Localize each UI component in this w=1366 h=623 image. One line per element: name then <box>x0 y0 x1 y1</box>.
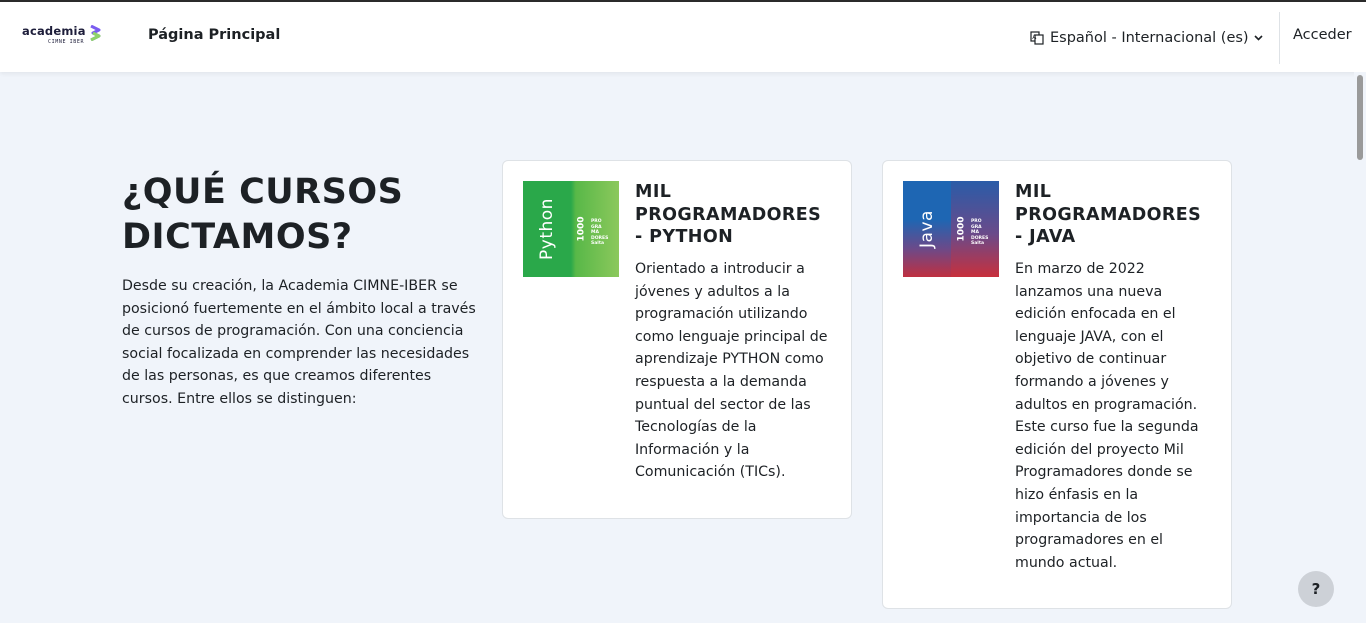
language-icon: A <box>1030 31 1044 45</box>
thumbnail-line: Salta <box>971 241 985 246</box>
navbar-divider <box>1279 12 1280 64</box>
thumb-number-wrap: 1000 <box>955 209 969 249</box>
chevron-down-icon <box>1254 35 1263 41</box>
nav-home-link[interactable]: Página Principal <box>148 27 280 43</box>
scrollbar-thumb[interactable] <box>1357 75 1363 160</box>
thumbnail-number: 1000 <box>957 216 967 242</box>
thumbnail-language-label: Java <box>916 210 937 248</box>
thumb-lang-wrap: Python <box>523 181 571 277</box>
navbar: academia CIMNE IBER Página Principal A E… <box>0 2 1366 72</box>
logo-mark-icon <box>90 25 101 41</box>
course-title[interactable]: MIL PROGRAMADORES - PYTHON <box>635 181 835 249</box>
language-selector[interactable]: A Español - Internacional (es) <box>1030 27 1263 49</box>
intro-paragraph: Desde su creación, la Academia CIMNE-IBE… <box>122 278 476 407</box>
thumb-lang-wrap: Java <box>903 181 951 277</box>
course-card-java[interactable]: Java 1000 PRO GRA MA DORES Salta MIL PRO… <box>882 160 1232 609</box>
language-label: Español - Internacional (es) <box>1050 30 1249 46</box>
thumbnail-number: 1000 <box>577 216 587 242</box>
login-link[interactable]: Acceder <box>1293 27 1352 43</box>
thumbnail-language-label: Python <box>537 198 557 260</box>
page-title: ¿QUÉ CURSOS DICTAMOS? <box>122 172 404 257</box>
help-button[interactable]: ? <box>1298 571 1334 607</box>
thumbnail-line: Salta <box>591 241 605 246</box>
thumb-number-wrap: 1000 <box>575 209 589 249</box>
site-logo[interactable]: academia CIMNE IBER <box>22 24 104 50</box>
course-thumbnail-java: Java 1000 PRO GRA MA DORES Salta <box>903 181 999 277</box>
logo-wordmark: academia <box>22 24 86 38</box>
course-thumbnail-python: Python 1000 PRO GRA MA DORES Salta <box>523 181 619 277</box>
logo-subtext: CIMNE IBER <box>48 39 85 45</box>
course-description: En marzo de 2022 lanzamos una nueva edic… <box>1015 261 1199 571</box>
thumbnail-tagline: PRO GRA MA DORES Salta <box>591 219 608 247</box>
thumbnail-tagline: PRO GRA MA DORES Salta <box>971 219 988 247</box>
course-title[interactable]: MIL PROGRAMADORES - JAVA <box>1015 181 1215 249</box>
course-card-python[interactable]: Python 1000 PRO GRA MA DORES Salta MIL P… <box>502 160 852 519</box>
course-description: Orientado a introducir a jóvenes y adult… <box>635 261 828 481</box>
